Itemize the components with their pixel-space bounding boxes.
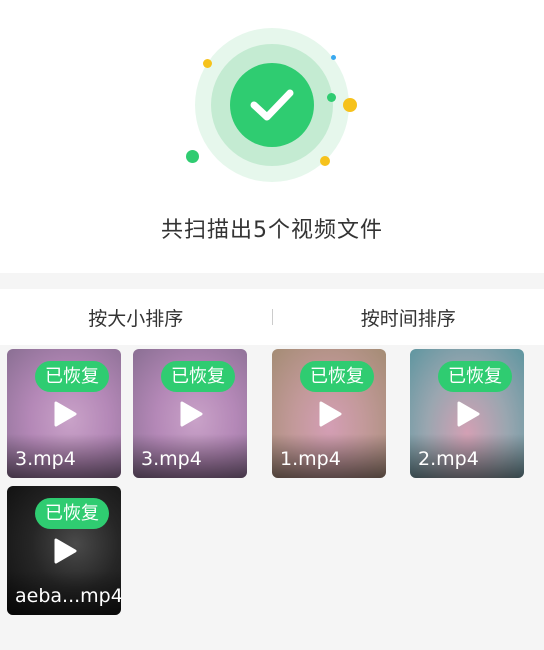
file-name: 1.mp4 (280, 448, 341, 470)
confetti-dot-icon (343, 98, 357, 112)
recovered-badge: 已恢复 (35, 498, 109, 529)
scan-result-header: 共扫描出5个视频文件 (0, 0, 544, 273)
check-circle-icon (230, 63, 314, 147)
sort-bar: 按大小排序 按时间排序 (0, 289, 544, 345)
scan-result-message: 共扫描出5个视频文件 (161, 218, 383, 243)
confetti-dot-icon (331, 55, 336, 60)
section-divider (0, 273, 544, 289)
video-tile[interactable]: 已恢复 3.mp4 (7, 349, 121, 478)
video-tile[interactable]: 已恢复 aeba...mp4 (7, 486, 121, 615)
video-tile[interactable]: 已恢复 2.mp4 (410, 349, 524, 478)
sort-by-time-tab[interactable]: 按时间排序 (273, 304, 544, 331)
recovered-badge: 已恢复 (161, 361, 235, 392)
file-name: 2.mp4 (418, 448, 479, 470)
play-icon (54, 401, 77, 427)
play-icon (457, 401, 480, 427)
confetti-dot-icon (203, 59, 212, 68)
file-name: 3.mp4 (141, 448, 202, 470)
video-grid: 已恢复 3.mp4 已恢复 3.mp4 已恢复 1.mp4 已恢复 2.mp4 … (0, 345, 544, 650)
video-tile[interactable]: 已恢复 3.mp4 (133, 349, 247, 478)
confetti-dot-icon (327, 93, 336, 102)
confetti-dot-icon (186, 150, 199, 163)
recovered-badge: 已恢复 (438, 361, 512, 392)
play-icon (319, 401, 342, 427)
recovered-badge: 已恢复 (35, 361, 109, 392)
play-icon (180, 401, 203, 427)
file-name: 3.mp4 (15, 448, 76, 470)
video-tile[interactable]: 已恢复 1.mp4 (272, 349, 386, 478)
sort-by-size-tab[interactable]: 按大小排序 (0, 304, 272, 331)
confetti-dot-icon (320, 156, 330, 166)
play-icon (54, 538, 77, 564)
recovered-badge: 已恢复 (300, 361, 374, 392)
file-name: aeba...mp4 (15, 585, 121, 607)
